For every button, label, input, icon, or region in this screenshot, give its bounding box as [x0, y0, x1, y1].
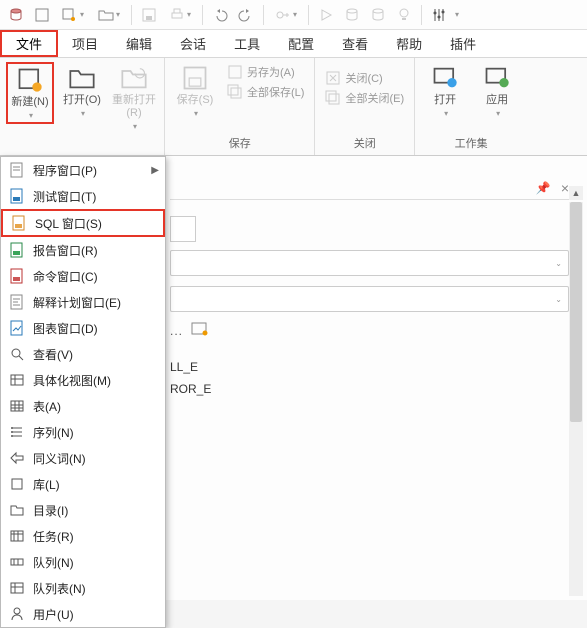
ws-apply-label: 应用 [486, 94, 508, 107]
cm-report-window[interactable]: 报告窗口(R) [1, 237, 165, 263]
menubar: 文件 项目 编辑 会话 工具 配置 查看 帮助 插件 [0, 30, 587, 58]
ws-open-label: 打开 [434, 94, 456, 107]
save-button[interactable]: 保存(S) ▾ [171, 62, 219, 120]
menu-session[interactable]: 会话 [166, 30, 220, 57]
blank-box [170, 216, 196, 242]
submenu-arrow-icon: ▶ [151, 165, 159, 176]
menu-help[interactable]: 帮助 [382, 30, 436, 57]
cm-chart-window[interactable]: 图表窗口(D) [1, 315, 165, 341]
cm-sql-window[interactable]: SQL 窗口(S) [1, 209, 165, 237]
open-button-label: 打开(O) [63, 94, 101, 107]
ribbon-group-close: 关闭(C) 全部关闭(E) 关闭 [315, 58, 415, 155]
close-label: 关闭(C) [345, 70, 382, 86]
reopen-button[interactable]: 重新打开(R) ▾ [110, 62, 158, 133]
scroll-up-icon[interactable]: ▲ [569, 186, 583, 200]
scrollbar[interactable]: ▲ [569, 202, 583, 596]
close-icon[interactable]: × [561, 180, 569, 196]
cm-mat-view[interactable]: 具体化视图(M) [1, 367, 165, 393]
pin-icon[interactable]: 📌 [536, 181, 551, 195]
sliders-icon[interactable] [427, 3, 451, 27]
ribbon-group-label [6, 151, 158, 153]
closeall-label: 全部关闭(E) [345, 90, 404, 106]
ribbon: 新建(N) ▾ 打开(O) ▾ 重新打开(R) ▾ 保存(S) ▾ [0, 58, 587, 156]
cm-table[interactable]: 表(A) [1, 393, 165, 419]
quick-toolbar: ▾ ▾ ▾ ▾ ▾ [0, 0, 587, 30]
play-icon[interactable] [314, 3, 338, 27]
cm-program-window[interactable]: 程序窗口(P) ▶ [1, 157, 165, 183]
cm-directory[interactable]: 目录(I) [1, 497, 165, 523]
saveall-label: 全部保存(L) [247, 84, 304, 100]
file-new-menu: 程序窗口(P) ▶ 测试窗口(T) SQL 窗口(S) 报告窗口(R) 命令窗口… [0, 156, 166, 628]
cm-sequence[interactable]: 序列(N) [1, 419, 165, 445]
cm-queue[interactable]: 队列(N) [1, 549, 165, 575]
save-button-label: 保存(S) [177, 94, 214, 107]
menu-file[interactable]: 文件 [0, 30, 58, 57]
new-tab-icon[interactable] [191, 322, 209, 339]
db-icon[interactable] [4, 3, 28, 27]
ribbon-group-workset-label: 工作集 [421, 135, 521, 153]
cm-view[interactable]: 查看(V) [1, 341, 165, 367]
cylinder2-icon[interactable] [366, 3, 390, 27]
blank-icon[interactable] [30, 3, 54, 27]
cm-test-window[interactable]: 测试窗口(T) [1, 183, 165, 209]
new-button[interactable]: 新建(N) ▾ [6, 62, 54, 124]
menu-view[interactable]: 查看 [328, 30, 382, 57]
cm-library[interactable]: 库(L) [1, 471, 165, 497]
dropdown-2[interactable]: ⌄ [170, 286, 569, 312]
closeall-button[interactable]: 全部关闭(E) [321, 88, 408, 108]
dropdown-1[interactable]: ⌄ [170, 250, 569, 276]
menu-tools[interactable]: 工具 [220, 30, 274, 57]
ws-open-button[interactable]: 打开 ▾ [421, 62, 469, 120]
key-drop-icon[interactable]: ▾ [269, 3, 303, 27]
ws-apply-button[interactable]: 应用 ▾ [473, 62, 521, 120]
new-button-label: 新建(N) [11, 96, 48, 109]
ribbon-group-file: 新建(N) ▾ 打开(O) ▾ 重新打开(R) ▾ [0, 58, 165, 155]
redo-icon[interactable] [234, 3, 258, 27]
ribbon-group-workset: 打开 ▾ 应用 ▾ 工作集 [415, 58, 527, 155]
saveall-button[interactable]: 全部保存(L) [223, 82, 308, 102]
save-icon[interactable] [137, 3, 161, 27]
bulb-icon[interactable] [392, 3, 416, 27]
undo-icon[interactable] [208, 3, 232, 27]
toolbar-overflow-icon[interactable]: ▾ [455, 10, 459, 19]
open-button[interactable]: 打开(O) ▾ [58, 62, 106, 120]
ribbon-group-save-label: 保存 [171, 135, 308, 153]
cm-command-window[interactable]: 命令窗口(C) [1, 263, 165, 289]
cm-user[interactable]: 用户(U) [1, 601, 165, 627]
panel-header: 📌 × [170, 176, 569, 200]
ribbon-group-close-label: 关闭 [321, 135, 408, 153]
scroll-thumb[interactable] [570, 202, 582, 422]
ribbon-group-save: 保存(S) ▾ 另存为(A) 全部保存(L) 保存 [165, 58, 315, 155]
cm-job[interactable]: 任务(R) [1, 523, 165, 549]
cylinder-icon[interactable] [340, 3, 364, 27]
folder-drop-icon[interactable]: ▾ [92, 3, 126, 27]
menu-config[interactable]: 配置 [274, 30, 328, 57]
saveas-button[interactable]: 另存为(A) [223, 62, 308, 82]
list-fragment: LL_E ROR_E [170, 356, 211, 400]
cm-synonym[interactable]: 同义词(N) [1, 445, 165, 471]
cm-explain-window[interactable]: 解释计划窗口(E) [1, 289, 165, 315]
menu-project[interactable]: 项目 [58, 30, 112, 57]
cm-queue-table[interactable]: 队列表(N) [1, 575, 165, 601]
saveas-label: 另存为(A) [247, 64, 295, 80]
reopen-button-label: 重新打开(R) [112, 94, 156, 120]
new-drop-icon[interactable]: ▾ [56, 3, 90, 27]
close-button[interactable]: 关闭(C) [321, 68, 408, 88]
menu-plugins[interactable]: 插件 [436, 30, 490, 57]
more-dots[interactable]: ... [170, 324, 183, 338]
print-drop-icon[interactable]: ▾ [163, 3, 197, 27]
menu-edit[interactable]: 编辑 [112, 30, 166, 57]
